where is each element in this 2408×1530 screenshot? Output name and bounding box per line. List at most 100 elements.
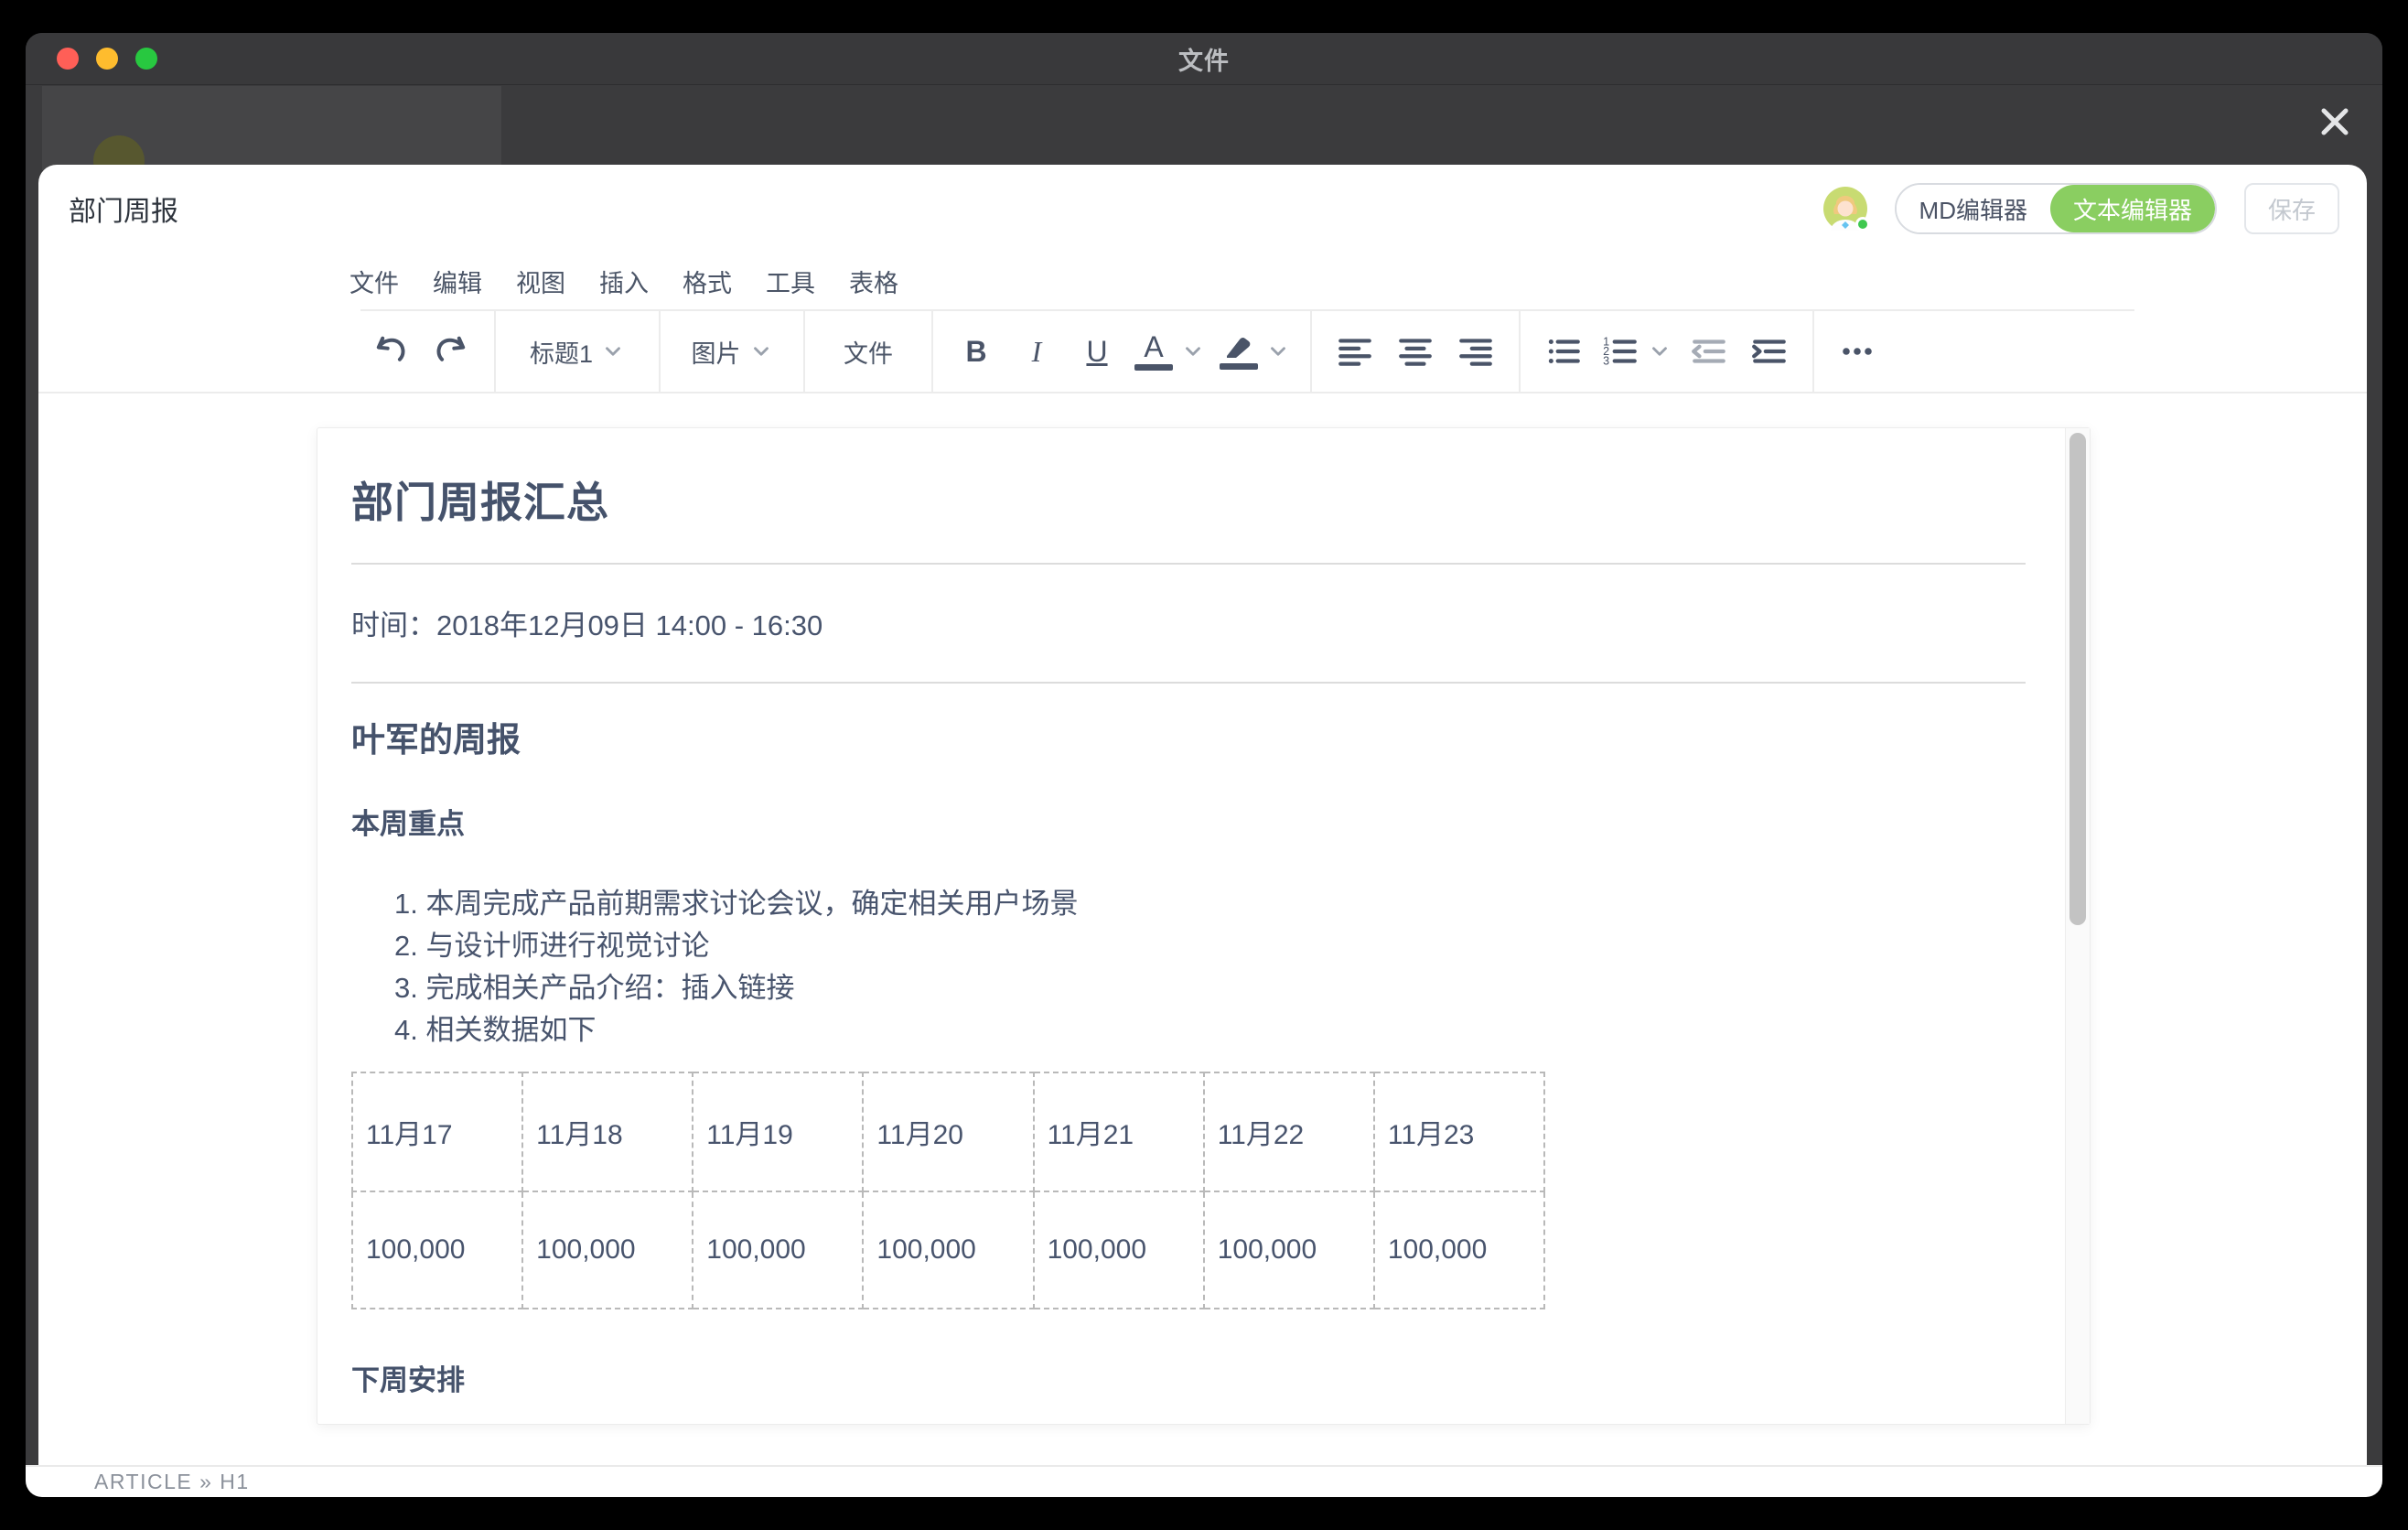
chevron-down-icon bbox=[749, 339, 773, 363]
highlight-color-swatch bbox=[1220, 363, 1258, 370]
chevron-down-icon bbox=[1266, 339, 1290, 363]
menu-view[interactable]: 视图 bbox=[516, 264, 565, 299]
font-color-swatch bbox=[1134, 364, 1173, 371]
menubar: 文件 编辑 视图 插入 格式 工具 表格 bbox=[38, 253, 2367, 309]
table-cell[interactable]: 11月19 bbox=[693, 1072, 863, 1191]
window-title: 文件 bbox=[1178, 41, 1230, 77]
table-row: 100,000 100,000 100,000 100,000 100,000 … bbox=[352, 1191, 1544, 1309]
indent-button[interactable] bbox=[1739, 309, 1800, 393]
table-cell[interactable]: 100,000 bbox=[352, 1191, 522, 1309]
horizontal-rule bbox=[351, 563, 2026, 565]
highlight-button[interactable] bbox=[1212, 309, 1297, 393]
undo-button[interactable] bbox=[360, 309, 421, 393]
align-center-icon bbox=[1396, 332, 1435, 371]
outdent-icon bbox=[1690, 332, 1728, 371]
table-row: 11月17 11月18 11月19 11月20 11月21 11月22 11月2… bbox=[352, 1072, 1544, 1191]
image-dropdown[interactable]: 图片 bbox=[673, 309, 790, 393]
toolbar-separator bbox=[931, 309, 933, 392]
toolbar: 标题1 图片 文件 B I U A bbox=[38, 309, 2367, 393]
underline-button[interactable]: U bbox=[1067, 309, 1127, 393]
heading-dropdown[interactable]: 标题1 bbox=[509, 309, 646, 393]
online-status-dot bbox=[1855, 217, 1870, 232]
table-cell[interactable]: 100,000 bbox=[863, 1191, 1033, 1309]
align-right-icon bbox=[1457, 332, 1495, 371]
text-editor-button[interactable]: 文本编辑器 bbox=[2050, 185, 2215, 232]
toolbar-separator bbox=[1812, 309, 1814, 392]
doc-title: 部门周报 bbox=[69, 189, 178, 229]
table-cell[interactable]: 100,000 bbox=[1034, 1191, 1204, 1309]
table-cell[interactable]: 11月23 bbox=[1374, 1072, 1544, 1191]
italic-button[interactable]: I bbox=[1006, 309, 1067, 393]
chevron-down-icon bbox=[1181, 339, 1205, 363]
table-cell[interactable]: 11月20 bbox=[863, 1072, 1033, 1191]
menu-tools[interactable]: 工具 bbox=[766, 264, 815, 299]
more-icon bbox=[1837, 331, 1877, 372]
numbered-list-dropdown[interactable]: 1 2 3 bbox=[1594, 309, 1679, 393]
traffic-lights bbox=[57, 48, 157, 70]
app-window: 文件 部门周报 bbox=[26, 33, 2382, 1497]
toolbar-separator bbox=[1310, 309, 1312, 392]
font-color-button[interactable]: A bbox=[1127, 309, 1212, 393]
table-cell[interactable]: 100,000 bbox=[1374, 1191, 1544, 1309]
table-cell[interactable]: 100,000 bbox=[522, 1191, 693, 1309]
weekly-list: 本周完成产品前期需求讨论会议，确定相关用户场景 与设计师进行视觉讨论 完成相关产… bbox=[351, 883, 2026, 1051]
document-modal: 部门周报 MD编辑器 文本编辑器 保 bbox=[38, 165, 2367, 1465]
doc-heading-1: 部门周报汇总 bbox=[351, 474, 2026, 531]
redo-icon bbox=[431, 331, 471, 372]
list-item: 相关数据如下 bbox=[394, 1009, 2026, 1051]
file-attach-button[interactable]: 文件 bbox=[818, 309, 919, 393]
md-editor-button[interactable]: MD编辑器 bbox=[1897, 185, 2050, 232]
table-cell[interactable]: 11月21 bbox=[1034, 1072, 1204, 1191]
window-zoom-button[interactable] bbox=[135, 48, 157, 70]
align-left-button[interactable] bbox=[1325, 309, 1385, 393]
highlight-icon bbox=[1223, 334, 1254, 360]
list-item: 本周完成产品前期需求讨论会议，确定相关用户场景 bbox=[394, 883, 2026, 925]
statusbar: ARTICLE » H1 bbox=[26, 1465, 2382, 1497]
chevron-down-icon bbox=[1648, 339, 1672, 363]
toolbar-separator bbox=[659, 309, 661, 392]
bold-button[interactable]: B bbox=[946, 309, 1006, 393]
numbered-list-icon: 1 2 3 bbox=[1601, 332, 1639, 371]
indent-icon bbox=[1750, 332, 1789, 371]
menu-format[interactable]: 格式 bbox=[683, 264, 732, 299]
menu-table[interactable]: 表格 bbox=[849, 264, 898, 299]
editor-mode-toggle: MD编辑器 文本编辑器 bbox=[1895, 183, 2217, 234]
table-cell[interactable]: 100,000 bbox=[693, 1191, 863, 1309]
avatar[interactable] bbox=[1823, 187, 1867, 231]
toolbar-separator bbox=[494, 309, 496, 392]
window-close-button[interactable] bbox=[57, 48, 79, 70]
titlebar: 文件 bbox=[26, 33, 2382, 85]
document-page[interactable]: 部门周报汇总 时间：2018年12月09日 14:00 - 16:30 叶军的周… bbox=[317, 427, 2091, 1425]
editor-canvas: 部门周报汇总 时间：2018年12月09日 14:00 - 16:30 叶军的周… bbox=[38, 393, 2367, 1433]
table-cell[interactable]: 11月17 bbox=[352, 1072, 522, 1191]
undo-icon bbox=[371, 331, 411, 372]
table-cell[interactable]: 11月22 bbox=[1204, 1072, 1374, 1191]
modal-header: 部门周报 MD编辑器 文本编辑器 保 bbox=[38, 165, 2367, 253]
header-actions: MD编辑器 文本编辑器 保存 bbox=[1823, 183, 2339, 234]
table-cell[interactable]: 100,000 bbox=[1204, 1191, 1374, 1309]
toolbar-separator bbox=[1519, 309, 1521, 392]
menu-edit[interactable]: 编辑 bbox=[433, 264, 482, 299]
element-path-breadcrumb: ARTICLE » H1 bbox=[94, 1470, 250, 1494]
menu-file[interactable]: 文件 bbox=[349, 264, 399, 299]
section-heading-week-focus: 本周重点 bbox=[351, 804, 2026, 845]
list-item: 完成相关产品介绍：插入链接 bbox=[394, 967, 2026, 1009]
bullet-list-button[interactable] bbox=[1533, 309, 1594, 393]
outdent-button[interactable] bbox=[1679, 309, 1739, 393]
meeting-time: 时间：2018年12月09日 14:00 - 16:30 bbox=[351, 606, 2026, 646]
window-minimize-button[interactable] bbox=[96, 48, 118, 70]
align-center-button[interactable] bbox=[1385, 309, 1446, 393]
horizontal-rule bbox=[351, 682, 2026, 684]
table-cell[interactable]: 11月18 bbox=[522, 1072, 693, 1191]
more-button[interactable] bbox=[1827, 309, 1887, 393]
align-right-button[interactable] bbox=[1446, 309, 1506, 393]
scrollbar-thumb[interactable] bbox=[2069, 433, 2086, 925]
redo-button[interactable] bbox=[421, 309, 481, 393]
scrollbar-track[interactable] bbox=[2065, 428, 2090, 1424]
data-table[interactable]: 11月17 11月18 11月19 11月20 11月21 11月22 11月2… bbox=[351, 1072, 1545, 1309]
save-button[interactable]: 保存 bbox=[2244, 183, 2339, 234]
close-icon[interactable] bbox=[2313, 100, 2357, 144]
menu-insert[interactable]: 插入 bbox=[599, 264, 649, 299]
section-heading-next-week: 下周安排 bbox=[351, 1361, 2026, 1401]
align-left-icon bbox=[1336, 332, 1374, 371]
